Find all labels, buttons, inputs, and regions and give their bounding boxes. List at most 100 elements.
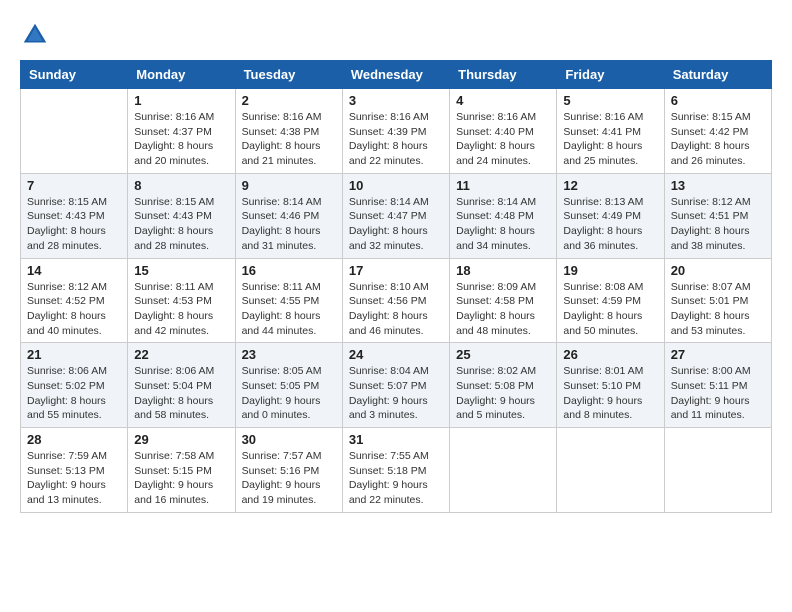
calendar-week-3: 14 Sunrise: 8:12 AM Sunset: 4:52 PM Dayli… <box>21 258 772 343</box>
calendar-cell: 15Sunrise: 8:11 AM Sunset: 4:53 PM Dayli… <box>128 258 235 343</box>
day-info: Sunrise: 8:16 AM Sunset: 4:38 PM Dayligh… <box>242 110 336 169</box>
day-info: Sunrise: 8:16 AM Sunset: 4:40 PM Dayligh… <box>456 110 550 169</box>
day-info: Sunrise: 8:13 AM Sunset: 4:49 PM Dayligh… <box>563 195 657 254</box>
calendar-cell: 10 Sunrise: 8:14 AM Sunset: 4:47 PM Dayli… <box>342 173 449 258</box>
calendar-cell <box>21 89 128 174</box>
calendar-cell: 16 Sunrise: 8:11 AM Sunset: 4:55 PM Dayli… <box>235 258 342 343</box>
day-number: 25 <box>456 347 550 362</box>
day-info: Sunrise: 8:06 AM Sunset: 5:02 PM Dayligh… <box>27 364 121 423</box>
day-info: Sunrise: 7:57 AM Sunset: 5:16 PM Dayligh… <box>242 449 336 508</box>
day-info: Sunrise: 8:12 AM Sunset: 4:52 PM Dayligh… <box>27 280 121 339</box>
day-number: 20 <box>671 263 765 278</box>
calendar-cell: 23 Sunrise: 8:05 AM Sunset: 5:05 PM Dayli… <box>235 343 342 428</box>
calendar-cell: 25Sunrise: 8:02 AM Sunset: 5:08 PM Dayli… <box>450 343 557 428</box>
calendar-cell: 24 Sunrise: 8:04 AM Sunset: 5:07 PM Dayli… <box>342 343 449 428</box>
calendar-cell: 8 Sunrise: 8:15 AM Sunset: 4:43 PM Daylig… <box>128 173 235 258</box>
day-number: 27 <box>671 347 765 362</box>
day-info: Sunrise: 8:14 AM Sunset: 4:47 PM Dayligh… <box>349 195 443 254</box>
calendar-cell: 26Sunrise: 8:01 AM Sunset: 5:10 PM Dayli… <box>557 343 664 428</box>
day-info: Sunrise: 8:14 AM Sunset: 4:48 PM Dayligh… <box>456 195 550 254</box>
day-number: 29 <box>134 432 228 447</box>
day-info: Sunrise: 8:15 AM Sunset: 4:43 PM Dayligh… <box>134 195 228 254</box>
day-number: 18 <box>456 263 550 278</box>
day-info: Sunrise: 8:16 AM Sunset: 4:37 PM Dayligh… <box>134 110 228 169</box>
day-number: 30 <box>242 432 336 447</box>
day-number: 11 <box>456 178 550 193</box>
day-info: Sunrise: 8:05 AM Sunset: 5:05 PM Dayligh… <box>242 364 336 423</box>
day-number: 23 <box>242 347 336 362</box>
calendar-cell <box>557 428 664 513</box>
day-number: 14 <box>27 263 121 278</box>
calendar-week-4: 21 Sunrise: 8:06 AM Sunset: 5:02 PM Dayli… <box>21 343 772 428</box>
day-header-thursday: Thursday <box>450 61 557 89</box>
calendar-cell: 29 Sunrise: 7:58 AM Sunset: 5:15 PM Dayli… <box>128 428 235 513</box>
day-number: 16 <box>242 263 336 278</box>
day-number: 31 <box>349 432 443 447</box>
calendar-cell: 5 Sunrise: 8:16 AM Sunset: 4:41 PM Daylig… <box>557 89 664 174</box>
day-info: Sunrise: 8:12 AM Sunset: 4:51 PM Dayligh… <box>671 195 765 254</box>
calendar-cell: 31 Sunrise: 7:55 AM Sunset: 5:18 PM Dayli… <box>342 428 449 513</box>
day-number: 13 <box>671 178 765 193</box>
logo-icon <box>20 20 50 50</box>
day-number: 17 <box>349 263 443 278</box>
day-info: Sunrise: 7:58 AM Sunset: 5:15 PM Dayligh… <box>134 449 228 508</box>
day-number: 8 <box>134 178 228 193</box>
calendar-cell: 2 Sunrise: 8:16 AM Sunset: 4:38 PM Daylig… <box>235 89 342 174</box>
day-number: 24 <box>349 347 443 362</box>
day-number: 12 <box>563 178 657 193</box>
day-number: 6 <box>671 93 765 108</box>
day-header-tuesday: Tuesday <box>235 61 342 89</box>
day-header-monday: Monday <box>128 61 235 89</box>
day-info: Sunrise: 8:01 AM Sunset: 5:10 PM Dayligh… <box>563 364 657 423</box>
calendar-cell: 18Sunrise: 8:09 AM Sunset: 4:58 PM Dayli… <box>450 258 557 343</box>
calendar-week-5: 28 Sunrise: 7:59 AM Sunset: 5:13 PM Dayli… <box>21 428 772 513</box>
day-info: Sunrise: 8:10 AM Sunset: 4:56 PM Dayligh… <box>349 280 443 339</box>
day-header-saturday: Saturday <box>664 61 771 89</box>
day-info: Sunrise: 8:06 AM Sunset: 5:04 PM Dayligh… <box>134 364 228 423</box>
day-number: 7 <box>27 178 121 193</box>
day-info: Sunrise: 8:00 AM Sunset: 5:11 PM Dayligh… <box>671 364 765 423</box>
calendar-cell <box>450 428 557 513</box>
calendar-cell: 11 Sunrise: 8:14 AM Sunset: 4:48 PM Dayli… <box>450 173 557 258</box>
day-header-sunday: Sunday <box>21 61 128 89</box>
day-header-friday: Friday <box>557 61 664 89</box>
calendar-cell: 22 Sunrise: 8:06 AM Sunset: 5:04 PM Dayli… <box>128 343 235 428</box>
day-info: Sunrise: 8:15 AM Sunset: 4:43 PM Dayligh… <box>27 195 121 254</box>
day-number: 28 <box>27 432 121 447</box>
day-number: 10 <box>349 178 443 193</box>
day-info: Sunrise: 8:11 AM Sunset: 4:55 PM Dayligh… <box>242 280 336 339</box>
calendar-cell: 13 Sunrise: 8:12 AM Sunset: 4:51 PM Dayli… <box>664 173 771 258</box>
day-info: Sunrise: 8:14 AM Sunset: 4:46 PM Dayligh… <box>242 195 336 254</box>
day-info: Sunrise: 7:59 AM Sunset: 5:13 PM Dayligh… <box>27 449 121 508</box>
day-info: Sunrise: 7:55 AM Sunset: 5:18 PM Dayligh… <box>349 449 443 508</box>
day-number: 22 <box>134 347 228 362</box>
calendar-cell: 21 Sunrise: 8:06 AM Sunset: 5:02 PM Dayli… <box>21 343 128 428</box>
day-number: 15 <box>134 263 228 278</box>
calendar-cell: 6Sunrise: 8:15 AM Sunset: 4:42 PM Daylig… <box>664 89 771 174</box>
calendar-cell: 17 Sunrise: 8:10 AM Sunset: 4:56 PM Dayli… <box>342 258 449 343</box>
day-info: Sunrise: 8:16 AM Sunset: 4:39 PM Dayligh… <box>349 110 443 169</box>
calendar-cell: 1Sunrise: 8:16 AM Sunset: 4:37 PM Daylig… <box>128 89 235 174</box>
day-info: Sunrise: 8:08 AM Sunset: 4:59 PM Dayligh… <box>563 280 657 339</box>
calendar-cell: 3 Sunrise: 8:16 AM Sunset: 4:39 PM Daylig… <box>342 89 449 174</box>
calendar-cell: 28 Sunrise: 7:59 AM Sunset: 5:13 PM Dayli… <box>21 428 128 513</box>
calendar-cell: 14 Sunrise: 8:12 AM Sunset: 4:52 PM Dayli… <box>21 258 128 343</box>
calendar-week-2: 7 Sunrise: 8:15 AM Sunset: 4:43 PM Daylig… <box>21 173 772 258</box>
day-number: 9 <box>242 178 336 193</box>
day-number: 4 <box>456 93 550 108</box>
calendar-cell: 27 Sunrise: 8:00 AM Sunset: 5:11 PM Dayli… <box>664 343 771 428</box>
logo <box>20 20 54 50</box>
day-number: 21 <box>27 347 121 362</box>
day-info: Sunrise: 8:16 AM Sunset: 4:41 PM Dayligh… <box>563 110 657 169</box>
day-number: 3 <box>349 93 443 108</box>
calendar-table: SundayMondayTuesdayWednesdayThursdayFrid… <box>20 60 772 513</box>
calendar-cell: 4 Sunrise: 8:16 AM Sunset: 4:40 PM Daylig… <box>450 89 557 174</box>
day-number: 19 <box>563 263 657 278</box>
day-info: Sunrise: 8:07 AM Sunset: 5:01 PM Dayligh… <box>671 280 765 339</box>
calendar-cell: 7 Sunrise: 8:15 AM Sunset: 4:43 PM Daylig… <box>21 173 128 258</box>
day-info: Sunrise: 8:04 AM Sunset: 5:07 PM Dayligh… <box>349 364 443 423</box>
day-number: 2 <box>242 93 336 108</box>
day-header-wednesday: Wednesday <box>342 61 449 89</box>
page-header <box>20 20 772 50</box>
day-number: 5 <box>563 93 657 108</box>
